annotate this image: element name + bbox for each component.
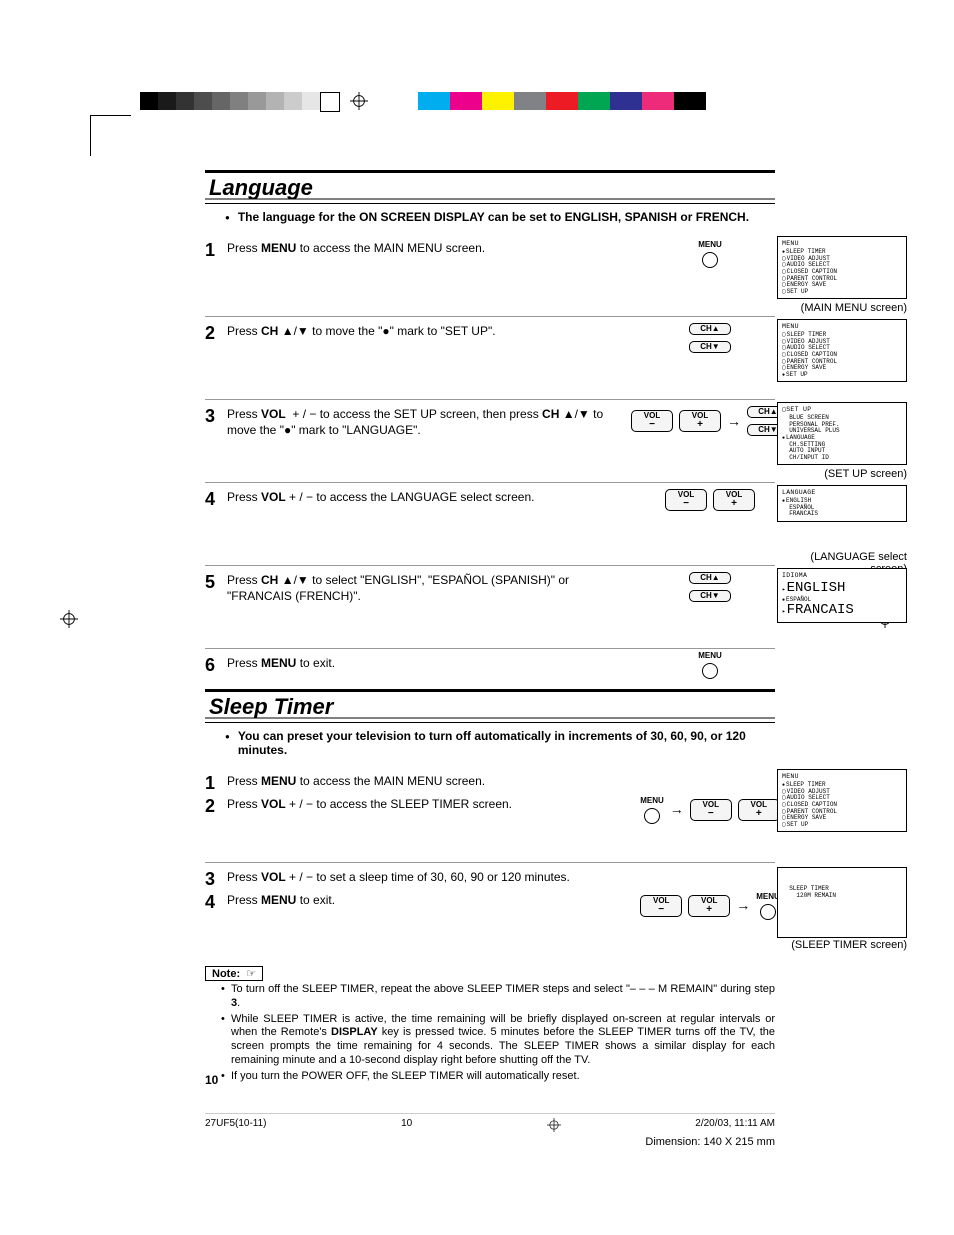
osd-screen-preview: MENUSLEEP TIMERVIDEO ADJUSTAUDIO SELECTC… bbox=[777, 236, 907, 299]
registration-mark-icon bbox=[60, 610, 78, 633]
step-number: 3 bbox=[205, 869, 227, 890]
osd-screen-preview: MENUSLEEP TIMERVIDEO ADJUSTAUDIO SELECTC… bbox=[777, 319, 907, 382]
step-text: Press MENU to exit. VOL−VOL+→MENU bbox=[227, 892, 775, 952]
language-step: 6 Press MENU to exit. MENU bbox=[205, 649, 775, 685]
screen-caption: (SET UP screen) bbox=[779, 468, 907, 480]
note-label: Note: ☞ bbox=[205, 966, 263, 981]
step-text: Press CH ▲/▼ to select "ENGLISH", "ESPAÑ… bbox=[227, 572, 775, 632]
language-intro: ● The language for the ON SCREEN DISPLAY… bbox=[225, 210, 775, 224]
step-text: Press VOL + / − to access the SET UP scr… bbox=[227, 406, 775, 466]
step-number: 1 bbox=[205, 240, 227, 261]
remote-button: VOL− bbox=[640, 895, 682, 917]
footer-metadata: 27UF5(10-11) 10 2/20/03, 11:11 AM bbox=[205, 1113, 775, 1132]
osd-screen-preview: MENUSLEEP TIMERVIDEO ADJUSTAUDIO SELECTC… bbox=[777, 769, 907, 832]
registration-mark-icon bbox=[350, 92, 368, 110]
step-number: 4 bbox=[205, 892, 227, 952]
sleep-intro: ● You can preset your television to turn… bbox=[225, 729, 775, 757]
step-number: 2 bbox=[205, 323, 227, 344]
remote-button: CH▲ bbox=[689, 323, 731, 335]
note-list: To turn off the SLEEP TIMER, repeat the … bbox=[221, 983, 775, 1083]
remote-button: VOL− bbox=[690, 799, 732, 821]
remote-button: VOL+ bbox=[679, 410, 721, 432]
page-dimension: Dimension: 140 X 215 mm bbox=[205, 1136, 775, 1148]
step-number: 4 bbox=[205, 489, 227, 510]
registration-mark-icon bbox=[547, 1118, 561, 1132]
osd-screen-preview: LANGUAGEENGLISHESPAÑOLFRANCAIS bbox=[777, 485, 907, 522]
language-step: 2 Press CH ▲/▼ to move the "●" mark to "… bbox=[205, 317, 775, 400]
language-step: 3 Press VOL + / − to access the SET UP s… bbox=[205, 400, 775, 483]
menu-button-icon: MENU bbox=[698, 651, 722, 679]
sleep-step-3-4: 3 Press VOL + / − to set a sleep time of… bbox=[205, 863, 775, 958]
language-step: 5 Press CH ▲/▼ to select "ENGLISH", "ESP… bbox=[205, 566, 775, 649]
osd-screen-preview: IDIOMAENGLISHESPAÑOLFRANCAIS bbox=[777, 568, 907, 623]
section-title-sleep-timer: Sleep Timer bbox=[205, 689, 775, 723]
printer-color-bar bbox=[140, 90, 864, 112]
note-item: If you turn the POWER OFF, the SLEEP TIM… bbox=[221, 1070, 775, 1084]
remote-button: VOL− bbox=[665, 489, 707, 511]
osd-screen-preview: SLEEP TIMER 120M REMAIN bbox=[777, 867, 907, 938]
step-text: Press MENU to exit. MENU bbox=[227, 655, 775, 673]
remote-button: VOL+ bbox=[713, 489, 755, 511]
step-text: Press MENU to access the MAIN MENU scree… bbox=[227, 773, 775, 794]
step-number: 3 bbox=[205, 406, 227, 427]
osd-screen-preview: ▢SET UPBLUE SCREENPERSONAL PREF.UNIVERSA… bbox=[777, 402, 907, 465]
menu-button-icon: MENU bbox=[640, 796, 664, 824]
note-item: To turn off the SLEEP TIMER, repeat the … bbox=[221, 983, 775, 1011]
crop-mark-icon bbox=[90, 115, 131, 156]
remote-button: VOL+ bbox=[738, 799, 780, 821]
step-text: Press VOL + / − to access the LANGUAGE s… bbox=[227, 489, 775, 549]
remote-button: VOL− bbox=[631, 410, 673, 432]
step-number: 6 bbox=[205, 655, 227, 676]
step-number: 5 bbox=[205, 572, 227, 593]
sleep-step-1-2: 1 Press MENU to access the MAIN MENU scr… bbox=[205, 767, 775, 863]
remote-button: VOL+ bbox=[688, 895, 730, 917]
remote-button: CH▲ bbox=[689, 572, 731, 584]
menu-button-icon: MENU bbox=[698, 240, 722, 268]
note-item: While SLEEP TIMER is active, the time re… bbox=[221, 1013, 775, 1068]
page-number: 10 bbox=[205, 1073, 218, 1087]
language-step: 1 Press MENU to access the MAIN MENU scr… bbox=[205, 234, 775, 317]
section-title-language: Language bbox=[205, 170, 775, 204]
remote-button: CH▼ bbox=[689, 341, 731, 353]
screen-caption: (SLEEP TIMER screen) bbox=[779, 939, 907, 951]
step-number: 1 bbox=[205, 773, 227, 794]
language-step: 4 Press VOL + / − to access the LANGUAGE… bbox=[205, 483, 775, 566]
remote-button: CH▼ bbox=[689, 590, 731, 602]
step-text: Press VOL + / − to access the SLEEP TIME… bbox=[227, 796, 775, 856]
step-text: Press VOL + / − to set a sleep time of 3… bbox=[227, 869, 775, 890]
screen-caption: (MAIN MENU screen) bbox=[779, 302, 907, 314]
step-number: 2 bbox=[205, 796, 227, 856]
step-text: Press MENU to access the MAIN MENU scree… bbox=[227, 240, 775, 300]
step-text: Press CH ▲/▼ to move the "●" mark to "SE… bbox=[227, 323, 775, 383]
